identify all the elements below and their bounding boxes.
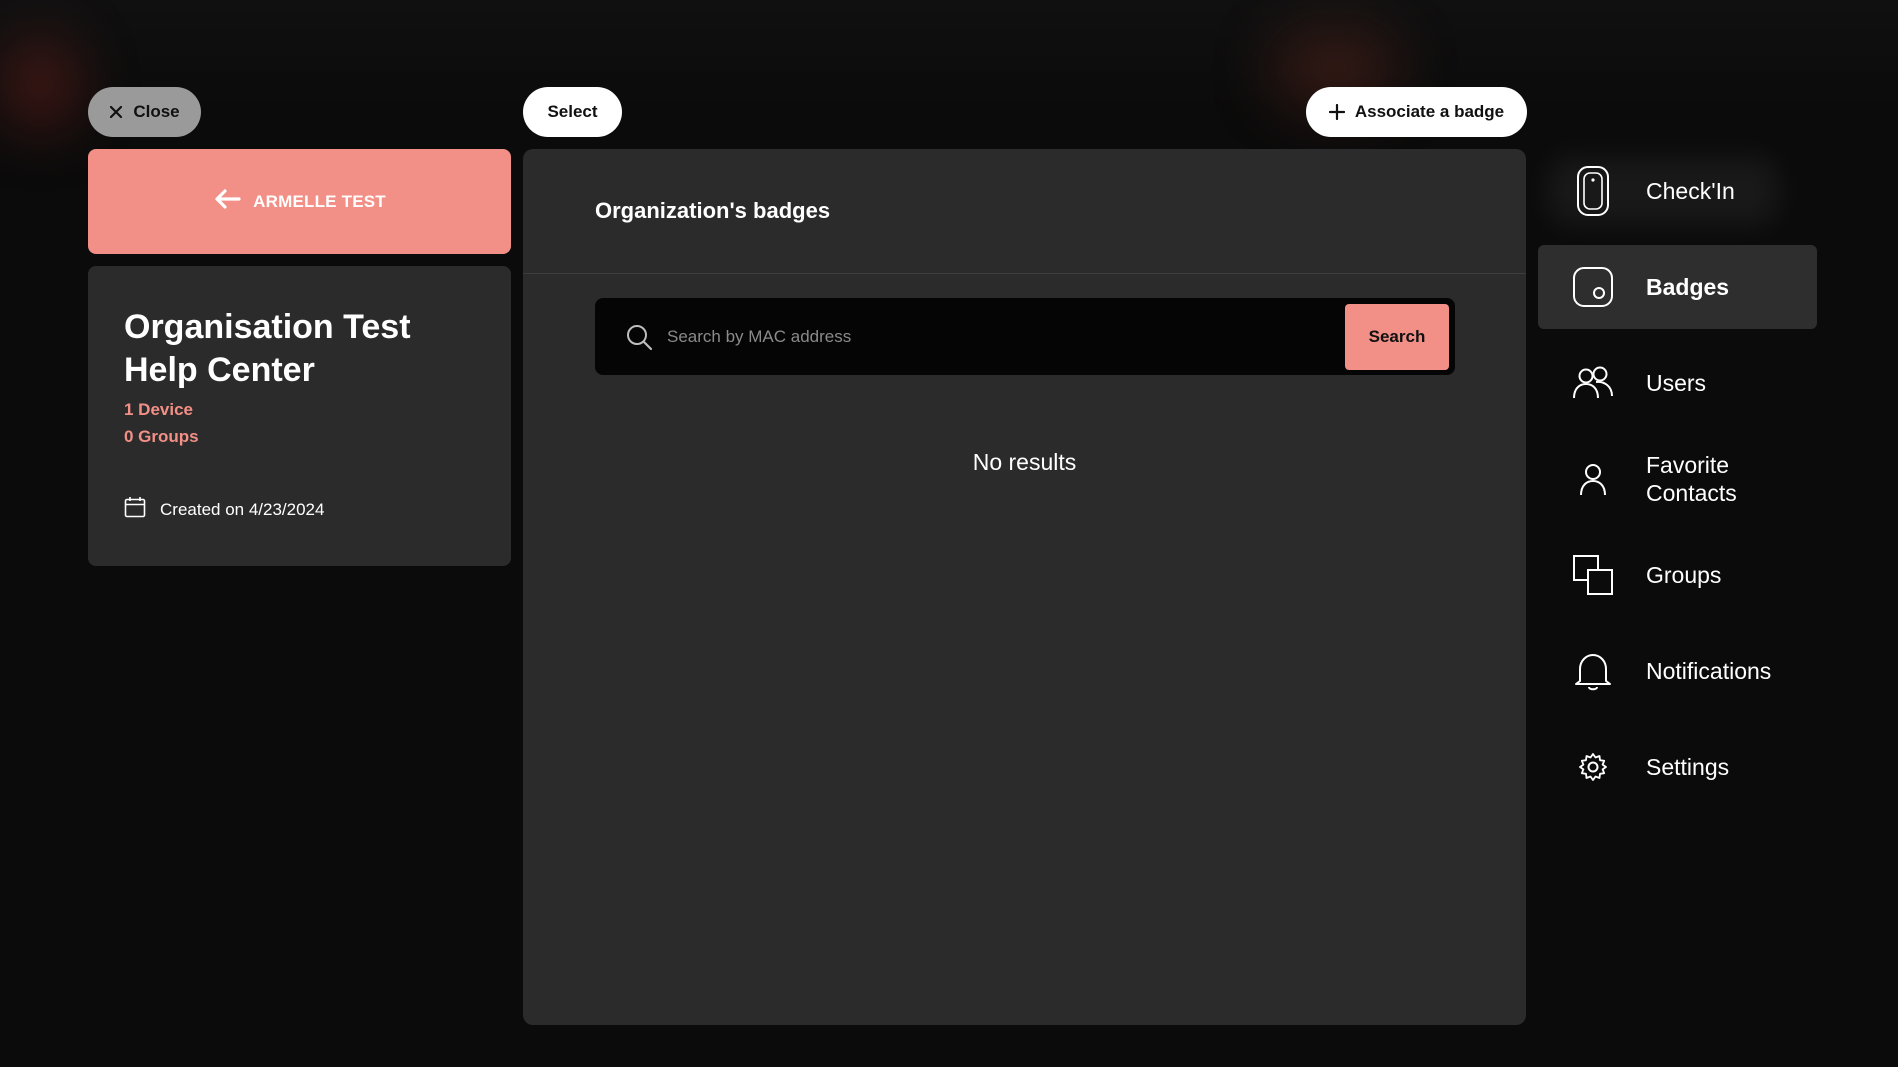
sidebar-item-notifications[interactable]: Notifications <box>1538 629 1817 713</box>
user-icon <box>1572 456 1614 502</box>
sidebar-nav: Check'In Badges Users Favorite Contacts … <box>1538 149 1817 821</box>
plus-icon <box>1328 104 1345 120</box>
search-icon <box>625 323 653 351</box>
back-label: ARMELLE TEST <box>253 191 386 211</box>
close-icon <box>109 105 123 119</box>
select-label: Select <box>547 102 598 121</box>
sidebar-item-badges[interactable]: Badges <box>1538 245 1817 329</box>
search-button[interactable]: Search <box>1345 303 1449 370</box>
sidebar-item-label: Favorite Contacts <box>1646 452 1737 506</box>
background-header <box>0 0 1898 110</box>
associate-label: Associate a badge <box>1354 102 1505 121</box>
organization-card: Organisation Test Help Center 1 Device 0… <box>88 266 511 566</box>
created-date: Created on 4/23/2024 <box>124 496 475 523</box>
sidebar-item-groups[interactable]: Groups <box>1538 533 1817 617</box>
organization-name: Organisation Test Help Center <box>124 308 411 389</box>
badge-icon <box>1572 264 1614 310</box>
arrow-left-icon <box>213 188 241 215</box>
select-button[interactable]: Select <box>523 87 622 137</box>
created-label: Created on 4/23/2024 <box>160 499 325 519</box>
gear-icon <box>1572 744 1614 790</box>
sidebar-item-checkin[interactable]: Check'In <box>1538 149 1817 233</box>
sidebar-item-favorite-contacts[interactable]: Favorite Contacts <box>1538 437 1817 521</box>
panel-title: Organization's badges <box>595 198 831 223</box>
sidebar-item-settings[interactable]: Settings <box>1538 725 1817 809</box>
sidebar-item-label: Groups <box>1646 562 1722 588</box>
sidebar-item-label: Users <box>1646 370 1707 396</box>
panel-header: Organization's badges <box>523 149 1526 274</box>
group-count: 0 Groups <box>124 427 199 446</box>
calendar-icon <box>124 496 146 523</box>
back-to-user-button[interactable]: ARMELLE TEST <box>88 149 511 254</box>
empty-state-text: No results <box>972 449 1077 475</box>
close-button[interactable]: Close <box>88 87 201 137</box>
sidebar-item-users[interactable]: Users <box>1538 341 1817 425</box>
close-label: Close <box>133 102 180 121</box>
sidebar-item-label: Check'In <box>1646 178 1735 204</box>
phone-icon <box>1572 166 1614 216</box>
associate-badge-button[interactable]: Associate a badge <box>1306 87 1527 137</box>
sidebar-item-label: Notifications <box>1646 658 1772 684</box>
sidebar-item-label: Badges <box>1646 274 1730 300</box>
device-count: 1 Device <box>124 400 193 419</box>
badges-panel: Organization's badges Search No results <box>523 149 1526 1025</box>
users-icon <box>1572 360 1614 406</box>
groups-icon <box>1572 552 1614 598</box>
search-input[interactable] <box>653 298 1345 375</box>
bell-icon <box>1572 648 1614 694</box>
search-bar: Search <box>595 298 1455 375</box>
sidebar-item-label: Settings <box>1646 754 1730 780</box>
